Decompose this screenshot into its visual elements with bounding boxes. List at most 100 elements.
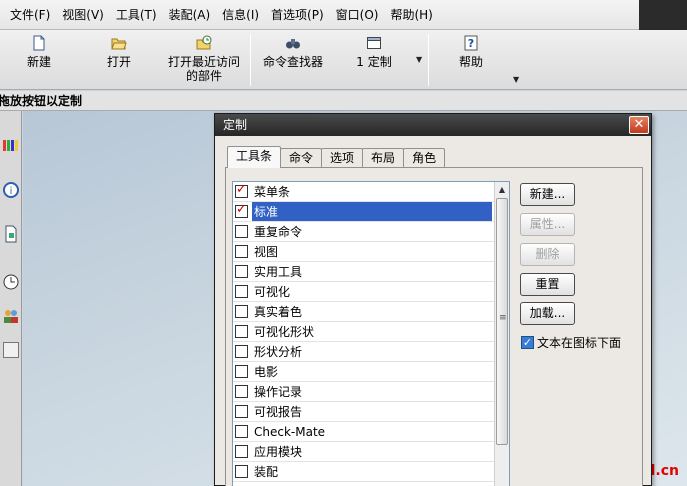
svg-text:i: i [10, 186, 13, 197]
title-bar-corner [639, 0, 687, 30]
toolbar-list-item-label: 应用模块 [254, 445, 303, 459]
toolbar-visibility-checkbox[interactable] [235, 265, 248, 278]
tab-toolbars[interactable]: 工具条 [227, 146, 282, 168]
new-button[interactable]: 新建 [14, 30, 64, 88]
menu-tools[interactable]: 工具(T) [110, 6, 163, 23]
constraint-navigator-icon[interactable]: i [2, 181, 20, 199]
toolbar-list-item-label: Check-Mate [254, 424, 326, 439]
toolbar-list-item-label: 重复命令 [254, 225, 303, 239]
tab-options[interactable]: 选项 [321, 148, 364, 168]
toolbar-visibility-checkbox[interactable] [235, 202, 248, 218]
text-below-icon-option[interactable]: ✓ 文本在图标下面 [521, 334, 621, 351]
text-below-icon-checkbox[interactable]: ✓ [521, 336, 534, 349]
menu-window[interactable]: 窗口(O) [330, 6, 385, 23]
scroll-thumb[interactable]: ≡ [496, 198, 508, 445]
toolbar-list-item[interactable]: 装配 [233, 462, 495, 482]
toolbar-list-item-label: 操作记录 [254, 385, 303, 399]
customize-button[interactable]: 1 定制 [346, 30, 402, 88]
dialog-title: 定制 [223, 118, 248, 132]
list-scrollbar[interactable]: ▲ ≡ [494, 182, 509, 486]
toolbar-visibility-checkbox[interactable] [235, 465, 248, 478]
toolbar-visibility-checkbox[interactable] [235, 225, 248, 238]
toolbar-list-item-label: 视图 [254, 245, 279, 259]
toolbar-list-item[interactable]: 应用模块 [233, 442, 495, 462]
menu-preferences[interactable]: 首选项(P) [265, 6, 330, 23]
toolbar-visibility-checkbox[interactable] [235, 285, 248, 298]
command-finder-label: 命令查找器 [262, 55, 323, 69]
blank-panel-icon[interactable] [2, 341, 20, 359]
tab-layout[interactable]: 布局 [362, 148, 405, 168]
properties-button[interactable]: 属性... [520, 213, 575, 236]
toolbar-list-item[interactable]: 可视化形状 [233, 322, 495, 342]
menu-help[interactable]: 帮助(H) [384, 6, 438, 23]
toolbar-list-item[interactable]: 重复命令 [233, 222, 495, 242]
menu-info[interactable]: 信息(I) [216, 6, 265, 23]
svg-text:?: ? [468, 37, 474, 50]
menu-bar: 文件(F) 视图(V) 工具(T) 装配(A) 信息(I) 首选项(P) 窗口(… [0, 0, 687, 30]
toolbar-visibility-checkbox[interactable] [235, 325, 248, 338]
toolbar-overflow-arrow[interactable]: ▼ [513, 75, 519, 84]
drag-hint-strip: 拖放按钮以定制 [0, 91, 687, 111]
toolbar-list-item[interactable]: 形状分析 [233, 342, 495, 362]
part-navigator-icon[interactable] [2, 225, 20, 243]
toolbar-list-item-label: 电影 [254, 365, 279, 379]
toolbar-list-item-label: 真实着色 [254, 305, 303, 319]
delete-button[interactable]: 删除 [520, 243, 575, 266]
toolbar-dropdown-arrow[interactable]: ▼ [416, 55, 422, 64]
toolbar-list-item[interactable]: 电影 [233, 362, 495, 382]
assembly-navigator-icon[interactable] [2, 135, 20, 153]
toolbar-visibility-checkbox[interactable] [235, 365, 248, 378]
toolbar-visibility-checkbox[interactable] [235, 345, 248, 358]
toolbar-visibility-checkbox[interactable] [235, 245, 248, 258]
toolbar-visibility-checkbox[interactable] [235, 385, 248, 398]
toolbar-list-item-label: 可视报告 [254, 405, 303, 419]
open-button[interactable]: 打开 [94, 30, 144, 88]
text-below-icon-label: 文本在图标下面 [537, 336, 622, 350]
customize-dialog: 定制 ✕ 工具条 命令 选项 布局 角色 菜单条标准重复命令视图实用工具可视化真… [214, 113, 652, 486]
toolbar-list-item[interactable]: 视图 [233, 242, 495, 262]
toolbar-list-item[interactable]: 实用工具 [233, 262, 495, 282]
dialog-tabs: 工具条 命令 选项 布局 角色 [227, 146, 446, 168]
toolbar-visibility-checkbox[interactable] [235, 305, 248, 318]
toolbar-visibility-checkbox[interactable] [235, 405, 248, 418]
toolbar-list-item[interactable]: 可视报告 [233, 402, 495, 422]
toolbar-list-item[interactable]: 真实着色 [233, 302, 495, 322]
menu-assembly[interactable]: 装配(A) [163, 6, 217, 23]
open-recent-icon [196, 35, 212, 50]
dialog-title-bar[interactable]: 定制 ✕ [215, 114, 651, 136]
tab-commands[interactable]: 命令 [280, 148, 323, 168]
open-recent-button[interactable]: 打开最近访问 的部件 [160, 30, 248, 88]
toolbar-list-item[interactable]: Check-Mate [233, 422, 495, 442]
scroll-grip-icon: ≡ [499, 313, 507, 323]
standard-toolbar: 新建 打开 打开最近访问 的部件 命令查找器 1 定制 ▼ ? 帮助 ▼ [0, 30, 687, 90]
reset-button[interactable]: 重置 [520, 273, 575, 296]
help-label: 帮助 [458, 55, 483, 69]
load-button[interactable]: 加载... [520, 302, 575, 325]
toolbar-list-item[interactable]: 可视化 [233, 282, 495, 302]
drag-hint-text: 拖放按钮以定制 [0, 94, 83, 108]
command-finder-button[interactable]: 命令查找器 [258, 30, 328, 88]
toolbar-list[interactable]: 菜单条标准重复命令视图实用工具可视化真实着色可视化形状形状分析电影操作记录可视报… [232, 181, 510, 486]
toolbar-list-item[interactable]: 操作记录 [233, 382, 495, 402]
new-toolbar-button[interactable]: 新建... [520, 183, 575, 206]
toolbar-visibility-checkbox[interactable] [235, 445, 248, 458]
toolbar-visibility-checkbox[interactable] [235, 425, 248, 438]
toolbars-tab-panel: 菜单条标准重复命令视图实用工具可视化真实着色可视化形状形状分析电影操作记录可视报… [225, 167, 643, 486]
resource-bar: i [0, 111, 22, 486]
toolbar-list-item-label: 可视化形状 [254, 325, 315, 339]
toolbar-list-item[interactable]: 标准 [233, 202, 495, 222]
toolbar-list-item-label: 形状分析 [254, 345, 303, 359]
customize-label: 1 定制 [356, 55, 392, 69]
open-recent-label-1: 打开最近访问 [167, 55, 240, 69]
tab-roles[interactable]: 角色 [403, 148, 446, 168]
help-button[interactable]: ? 帮助 [446, 30, 496, 88]
open-label: 打开 [106, 55, 131, 69]
menu-view[interactable]: 视图(V) [56, 6, 110, 23]
toolbar-visibility-checkbox[interactable] [235, 182, 248, 198]
close-button[interactable]: ✕ [629, 116, 649, 134]
roles-icon[interactable] [2, 307, 20, 325]
toolbar-list-item[interactable]: 菜单条 [233, 182, 495, 202]
menu-file[interactable]: 文件(F) [4, 6, 56, 23]
scroll-up-arrow[interactable]: ▲ [495, 182, 509, 197]
history-clock-icon[interactable] [2, 273, 20, 291]
